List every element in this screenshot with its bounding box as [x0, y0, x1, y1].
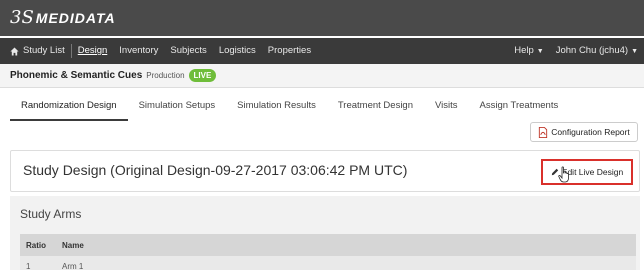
medidata-logo[interactable]: 3S MEDIDATA	[10, 9, 116, 27]
nav-study-list[interactable]: Study List	[0, 38, 71, 64]
nav-logistics[interactable]: Logistics	[213, 38, 262, 64]
study-design-panel: Study Design (Original Design-09-27-2017…	[10, 150, 640, 192]
configuration-report-label: Configuration Report	[551, 127, 630, 137]
live-status-badge: LIVE	[188, 69, 217, 82]
table-row[interactable]: 1 Arm 1	[20, 256, 636, 270]
tab-assign-treatments[interactable]: Assign Treatments	[469, 96, 570, 119]
study-name: Phonemic & Semantic Cues	[10, 70, 143, 81]
nav-study-list-label: Study List	[23, 45, 65, 56]
study-design-title: Study Design (Original Design-09-27-2017…	[23, 162, 408, 178]
column-header-ratio: Ratio	[26, 240, 46, 250]
nav-right: Help ▼ John Chu (jchu4) ▼	[508, 38, 644, 64]
main-nav: Study List Design Inventory Subjects Log…	[0, 38, 644, 64]
table-header-row: Ratio Name	[20, 234, 636, 256]
caret-down-icon: ▼	[536, 47, 544, 55]
study-environment: Production	[146, 71, 185, 80]
configuration-report-button[interactable]: Configuration Report	[530, 122, 638, 142]
logo-mark: 3S	[10, 7, 34, 28]
logo-text: MEDIDATA	[35, 10, 116, 26]
home-icon	[10, 46, 19, 56]
study-arms-title: Study Arms	[20, 207, 82, 221]
brand-bar: 3S MEDIDATA	[0, 0, 644, 36]
pdf-icon	[539, 126, 548, 138]
help-menu[interactable]: Help ▼	[508, 38, 549, 65]
nav-properties[interactable]: Properties	[262, 38, 317, 64]
tab-visits[interactable]: Visits	[424, 96, 469, 119]
arm-name-cell: Arm 1	[62, 261, 84, 270]
column-header-name: Name	[62, 240, 84, 250]
user-menu[interactable]: John Chu (jchu4) ▼	[550, 38, 644, 65]
tab-simulation-results[interactable]: Simulation Results	[226, 96, 327, 119]
tab-treatment-design[interactable]: Treatment Design	[327, 96, 424, 119]
hand-cursor-icon	[558, 166, 569, 183]
design-tabs: Randomization Design Simulation Setups S…	[10, 96, 569, 124]
study-arms-table: Ratio Name 1 Arm 1	[20, 234, 636, 270]
nav-design[interactable]: Design	[72, 38, 114, 64]
study-arms-section: Study Arms Ratio Name 1 Arm 1	[10, 196, 640, 270]
tab-randomization-design[interactable]: Randomization Design	[10, 96, 128, 121]
user-label: John Chu (jchu4)	[555, 44, 629, 56]
edit-live-design-button[interactable]: Edit Live Design	[541, 159, 633, 185]
caret-down-icon: ▼	[631, 47, 638, 55]
arm-ratio-cell: 1	[26, 261, 31, 270]
help-label: Help	[514, 44, 534, 56]
tab-simulation-setups[interactable]: Simulation Setups	[128, 96, 227, 119]
nav-subjects[interactable]: Subjects	[164, 38, 212, 64]
nav-inventory[interactable]: Inventory	[113, 38, 164, 64]
study-header: Phonemic & Semantic Cues Production LIVE	[0, 64, 644, 88]
